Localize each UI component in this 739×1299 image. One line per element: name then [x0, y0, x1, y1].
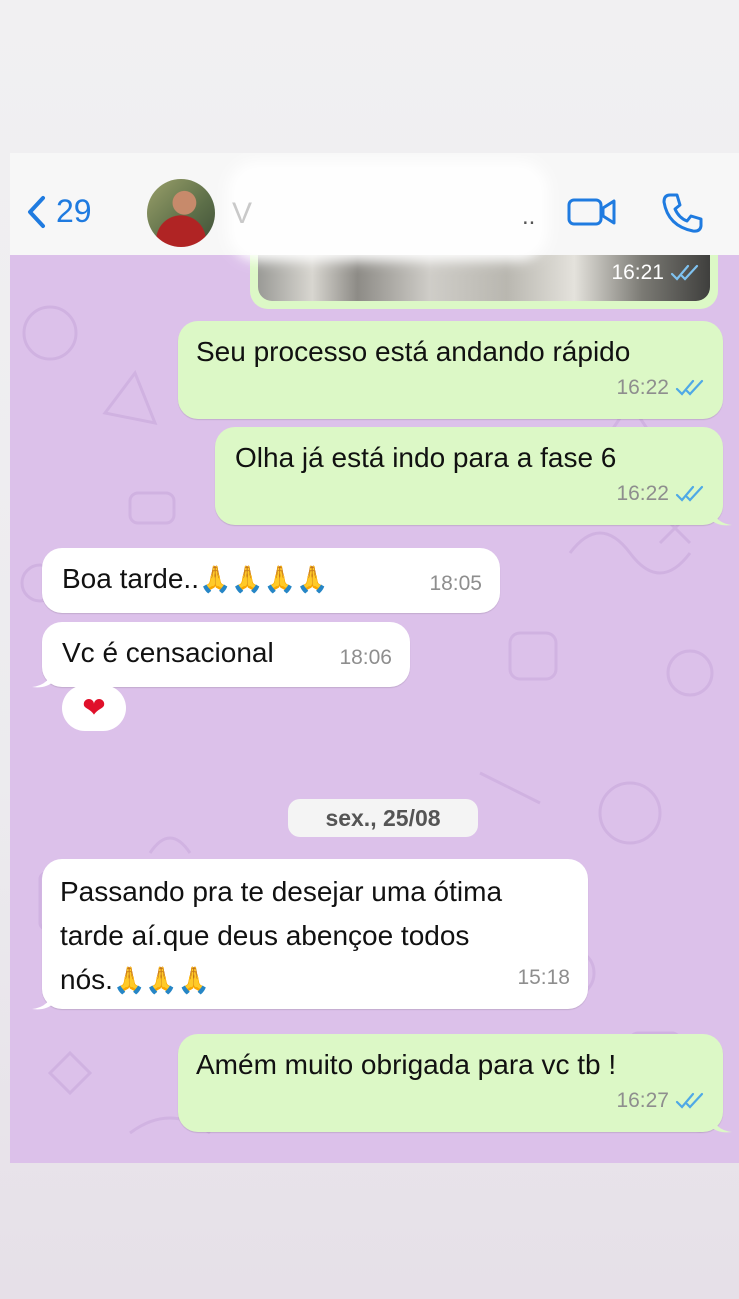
message-meta: 18:06 [339, 637, 392, 679]
incoming-message[interactable]: Passando pra te desejar uma ótima tarde … [42, 859, 588, 1009]
phone-call-icon[interactable] [660, 191, 704, 235]
message-time: 16:22 [616, 376, 669, 399]
video-call-icon[interactable] [566, 195, 618, 229]
bubble-tail [32, 667, 54, 688]
contact-name[interactable]: V [232, 197, 252, 231]
bubble-tail [710, 505, 732, 526]
read-ticks-icon [675, 1092, 704, 1109]
message-text-line: tarde aí.que deus abençoe todos [60, 920, 470, 951]
read-ticks-icon [675, 485, 704, 502]
chat-screen: 29 V .. 16:21 Seu processo está andando … [10, 153, 739, 1163]
message-time: 18:06 [339, 646, 392, 669]
contact-avatar[interactable] [147, 179, 215, 247]
outgoing-message[interactable]: Seu processo está andando rápido 16:22 [178, 321, 723, 419]
back-button[interactable]: 29 [26, 193, 92, 230]
message-time: 15:18 [517, 966, 570, 989]
date-separator: sex., 25/08 [288, 799, 478, 837]
back-chevron-icon [28, 195, 45, 228]
bubble-tail [710, 1112, 732, 1133]
message-text: Amém muito obrigada para vc tb ! [196, 1049, 617, 1080]
message-time: 18:05 [429, 572, 482, 595]
message-meta: 16:22 [616, 367, 705, 409]
message-text: Boa tarde..🙏🙏🙏🙏 [62, 563, 329, 594]
message-meta: 16:22 [616, 473, 705, 515]
message-time: 16:22 [616, 482, 669, 505]
message-meta: 18:05 [429, 563, 482, 605]
pray-emoji-icon: 🙏🙏🙏 [112, 965, 211, 995]
incoming-message[interactable]: Boa tarde..🙏🙏🙏🙏 18:05 [42, 548, 500, 613]
message-text: Vc é censacional [62, 637, 274, 668]
pray-emoji-icon: 🙏🙏🙏🙏 [198, 564, 329, 594]
read-ticks-icon [670, 264, 699, 281]
bubble-tail [32, 989, 54, 1010]
message-time: 16:21 [611, 261, 664, 284]
image-message[interactable]: 16:21 [250, 253, 718, 309]
chat-header: 29 V .. [10, 153, 739, 261]
message-meta: 15:18 [517, 957, 570, 999]
message-time: 16:27 [616, 1089, 669, 1112]
contact-name-truncation: .. [522, 203, 536, 230]
read-ticks-icon [675, 379, 704, 396]
incoming-message[interactable]: Vc é censacional 18:06 [42, 622, 410, 687]
outgoing-message[interactable]: Amém muito obrigada para vc tb ! 16:27 [178, 1034, 723, 1132]
unread-count: 29 [56, 193, 92, 229]
message-text-line: Passando pra te desejar uma ótima [60, 876, 503, 907]
message-text: Olha já está indo para a fase 6 [235, 442, 617, 473]
contact-name-redaction [228, 161, 548, 261]
message-meta: 16:21 [611, 261, 700, 285]
outgoing-message[interactable]: Olha já está indo para a fase 6 16:22 [215, 427, 723, 525]
heart-reaction-icon[interactable]: ❤ [62, 685, 126, 731]
message-text-line: nós.🙏🙏🙏 [60, 964, 211, 995]
message-meta: 16:27 [616, 1080, 705, 1122]
message-text: Seu processo está andando rápido [196, 336, 631, 367]
